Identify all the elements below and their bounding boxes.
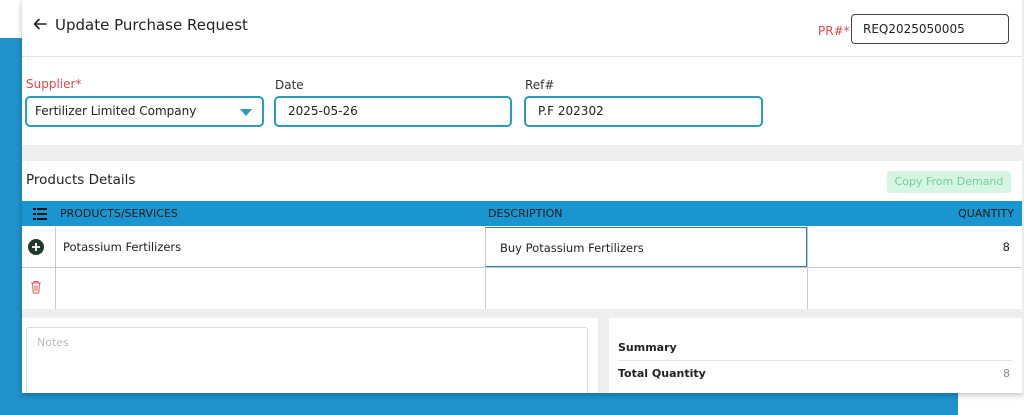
notes-textarea[interactable]: Notes <box>26 327 588 393</box>
page-title: Update Purchase Request <box>55 16 248 34</box>
notes-panel: Notes <box>22 318 598 393</box>
supplier-select[interactable]: Fertilizer Limited Company <box>25 96 264 127</box>
copy-from-demand-button[interactable]: Copy From Demand <box>887 171 1011 193</box>
date-label: Date <box>275 78 304 92</box>
purchase-request-card: Update Purchase Request PR#* REQ20250500… <box>22 0 1024 393</box>
pr-number-input[interactable]: REQ2025050005 <box>851 14 1009 44</box>
table-row <box>22 268 1022 309</box>
total-quantity-label: Total Quantity <box>618 367 706 380</box>
description-cell[interactable] <box>485 268 807 309</box>
date-input[interactable]: 2025-05-26 <box>274 96 512 127</box>
ref-label: Ref# <box>525 78 555 92</box>
column-header-quantity: QUANTITY <box>958 207 1014 220</box>
trash-icon[interactable] <box>30 280 42 294</box>
header-panel: Update Purchase Request PR#* REQ20250500… <box>22 0 1022 145</box>
quantity-cell[interactable] <box>807 268 1022 309</box>
supplier-label: Supplier* <box>26 77 82 91</box>
description-cell[interactable]: Buy Potassium Fertilizers <box>485 227 807 267</box>
column-header-description: DESCRIPTION <box>488 207 563 220</box>
products-table-header: PRODUCTS/SERVICES DESCRIPTION QUANTITY <box>22 201 1022 226</box>
product-cell[interactable]: Potassium Fertilizers <box>55 227 485 267</box>
summary-panel: Summary Total Quantity 8 <box>609 318 1022 393</box>
products-panel: Products Details Copy From Demand PRODUC… <box>22 161 1022 309</box>
table-row: Potassium Fertilizers Buy Potassium Fert… <box>22 227 1022 268</box>
supplier-value: Fertilizer Limited Company <box>35 104 197 118</box>
notes-placeholder: Notes <box>37 336 69 349</box>
total-quantity-value: 8 <box>1003 367 1010 380</box>
summary-title: Summary <box>618 341 677 354</box>
summary-divider <box>618 360 1012 361</box>
add-row-icon[interactable] <box>28 239 44 255</box>
caret-down-icon <box>240 109 252 116</box>
products-section-title: Products Details <box>26 172 136 188</box>
header-divider <box>22 56 1022 57</box>
product-cell[interactable] <box>55 268 485 309</box>
quantity-cell[interactable]: 8 <box>807 227 1022 267</box>
column-header-products: PRODUCTS/SERVICES <box>60 207 178 220</box>
arrow-left-icon[interactable] <box>32 16 48 32</box>
columns-icon[interactable] <box>33 208 47 220</box>
pr-number-label: PR#* <box>818 24 850 38</box>
ref-input[interactable]: P.F 202302 <box>524 96 763 127</box>
